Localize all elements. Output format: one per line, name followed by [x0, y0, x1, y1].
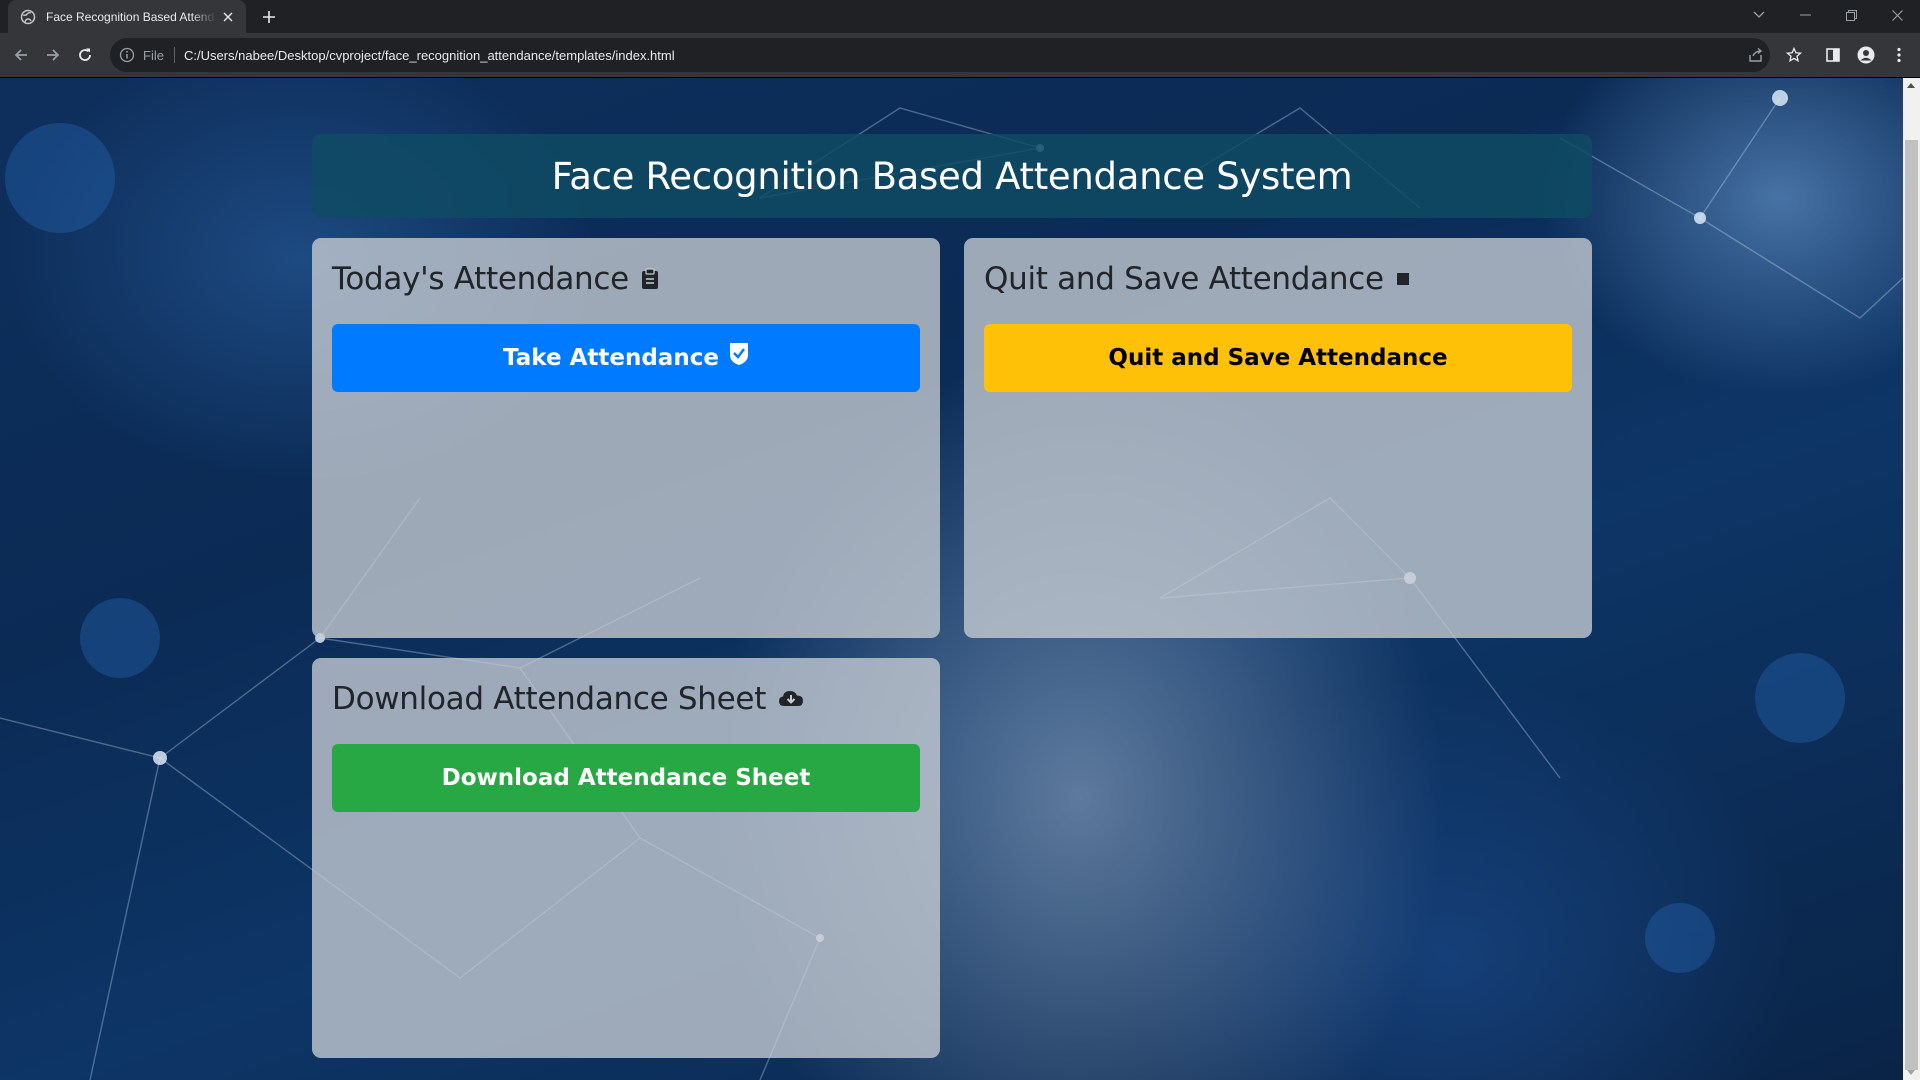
new-tab-icon[interactable] [258, 6, 280, 28]
download-sheet-heading: Download Attendance Sheet [332, 676, 920, 722]
cloud-download-icon [778, 689, 804, 709]
back-icon[interactable] [7, 41, 35, 69]
share-icon[interactable] [1748, 47, 1764, 63]
page-title: Face Recognition Based Attendance System [551, 154, 1353, 198]
scheme-label: File [143, 47, 164, 63]
take-attendance-button[interactable]: Take Attendance [332, 324, 920, 392]
browser-tab[interactable]: Face Recognition Based Attendance System [8, 0, 246, 33]
minimize-icon[interactable] [1782, 0, 1828, 30]
network-background-graphic [0, 90, 1903, 1080]
scroll-up-arrow[interactable] [1907, 83, 1915, 88]
download-sheet-button[interactable]: Download Attendance Sheet [332, 744, 920, 812]
page-viewport: Face Recognition Based Attendance System… [0, 78, 1903, 1080]
download-sheet-card: Download Attendance Sheet Download Atten… [312, 658, 940, 1058]
quit-save-button[interactable]: Quit and Save Attendance [984, 324, 1572, 392]
download-sheet-label: Download Attendance Sheet [441, 765, 811, 791]
tab-search-icon[interactable] [1736, 0, 1782, 30]
quit-save-card: Quit and Save Attendance Quit and Save A… [964, 238, 1592, 638]
address-bar[interactable]: File C:/Users/nabee/Desktop/cvproject/fa… [110, 38, 1770, 72]
quit-save-heading-text: Quit and Save Attendance [984, 261, 1384, 297]
todays-attendance-card: Today's Attendance Take Attendance [312, 238, 940, 638]
quit-save-heading: Quit and Save Attendance [984, 256, 1572, 302]
bookmark-star-icon[interactable] [1781, 42, 1807, 68]
tab-title: Face Recognition Based Attendance System [46, 9, 216, 24]
side-panel-icon[interactable] [1820, 42, 1846, 68]
browser-toolbar: File C:/Users/nabee/Desktop/cvproject/fa… [0, 33, 1920, 78]
scroll-thumb[interactable] [1905, 140, 1918, 1070]
globe-icon [20, 9, 36, 25]
download-sheet-heading-text: Download Attendance Sheet [332, 681, 767, 717]
close-window-icon[interactable] [1874, 0, 1920, 30]
url-text[interactable]: C:/Users/nabee/Desktop/cvproject/face_re… [184, 48, 675, 63]
tab-strip: Face Recognition Based Attendance System [0, 0, 1920, 33]
site-info-icon[interactable] [119, 47, 135, 63]
quit-save-label: Quit and Save Attendance [1108, 345, 1448, 371]
page-header: Face Recognition Based Attendance System [312, 134, 1592, 218]
shield-check-icon [729, 342, 749, 366]
page-scrollbar[interactable] [1903, 78, 1920, 1080]
forward-icon[interactable] [39, 41, 67, 69]
omnibox-divider [173, 47, 175, 63]
todays-attendance-heading: Today's Attendance [332, 256, 920, 302]
kebab-menu-icon[interactable] [1886, 42, 1912, 68]
close-tab-icon[interactable] [220, 9, 236, 25]
restore-icon[interactable] [1828, 0, 1874, 30]
stop-square-icon [1396, 272, 1410, 286]
take-attendance-label: Take Attendance [503, 345, 719, 371]
reload-icon[interactable] [71, 41, 99, 69]
scroll-down-arrow[interactable] [1907, 1070, 1915, 1075]
profile-avatar-icon[interactable] [1853, 42, 1879, 68]
todays-attendance-heading-text: Today's Attendance [332, 261, 629, 297]
clipboard-icon [641, 268, 659, 290]
